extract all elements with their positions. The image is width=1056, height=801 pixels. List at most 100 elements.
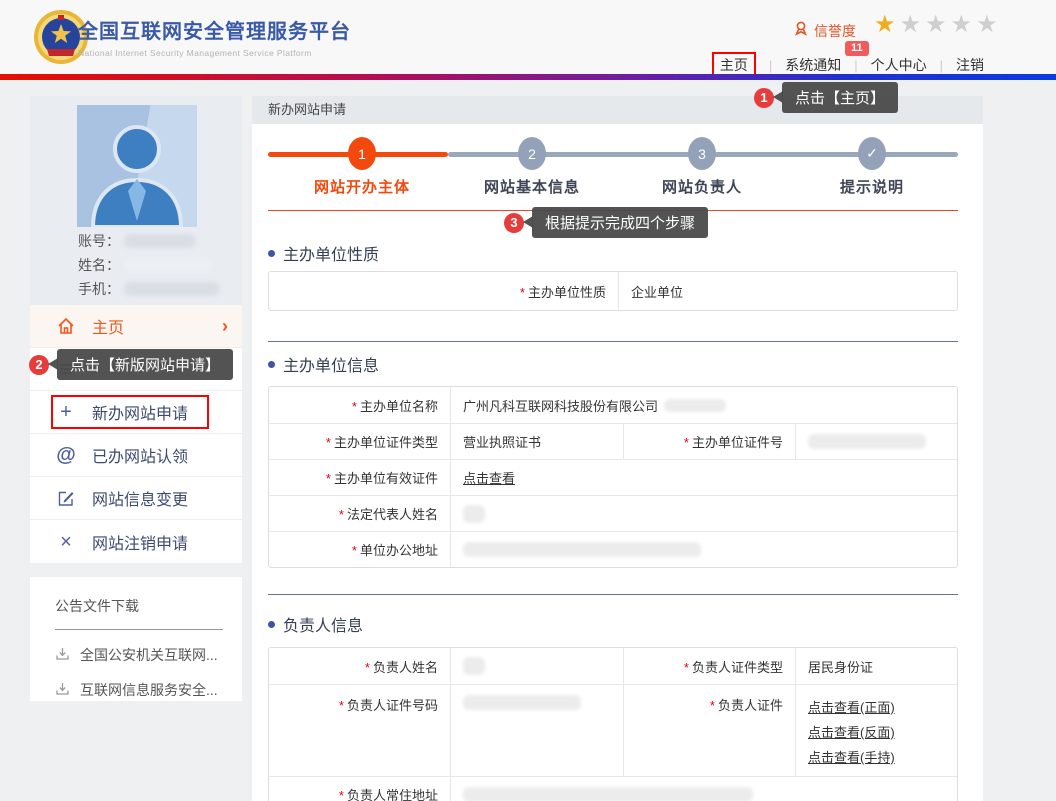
field-value-cell: 点击查看(正面) 点击查看(反面) 点击查看(手持) [796, 685, 957, 776]
phone-value-redacted [124, 282, 220, 296]
downloads-title: 公告文件下载 [55, 596, 223, 630]
section-divider [268, 594, 958, 595]
edit-icon [55, 489, 77, 507]
field-label-cell: 主办单位证件类型 [269, 424, 451, 459]
redacted-value [463, 657, 485, 675]
field-value-cell [451, 532, 957, 567]
sidebar-item-claim-site[interactable]: @ 已办网站认领 [30, 434, 242, 477]
section-title: 负责人信息 [283, 612, 363, 636]
header: 全国互联网安全管理服务平台 National Internet Security… [0, 0, 1056, 74]
bullet-icon [268, 250, 275, 257]
nav-system-notices[interactable]: 系统通知 [785, 55, 841, 75]
download-link-label: 全国公安机关互联网... [80, 645, 218, 665]
brand: 全国互联网安全管理服务平台 National Internet Security… [78, 15, 351, 58]
view-id-front-link[interactable]: 点击查看(正面) [808, 695, 895, 720]
table-row: 单位办公地址 [269, 531, 957, 567]
annotation-step2: 2 点击【新版网站申请】 [29, 349, 233, 380]
plus-icon: + [55, 402, 77, 422]
field-label-cell: 主办单位证件号 [624, 424, 796, 459]
nav-personal-center[interactable]: 个人中心 [871, 55, 927, 75]
annotation-number-badge: 3 [504, 213, 524, 233]
annotation-step1: 1 点击【主页】 [754, 82, 898, 113]
table-row: 负责人姓名 负责人证件类型 居民身份证 [269, 648, 957, 684]
field-value-cell: 居民身份证 [796, 648, 957, 684]
view-unit-cert-link[interactable]: 点击查看 [463, 468, 515, 487]
redacted-value [808, 434, 926, 449]
account-value-redacted [124, 234, 196, 248]
sidebar-item-label: 新办网站申请 [92, 400, 188, 424]
download-link-label: 互联网信息服务安全... [80, 680, 218, 700]
table-row: 主办单位名称 广州凡科互联网科技股份有限公司 [269, 387, 957, 423]
table-row: 负责人证件号码 负责人证件 点击查看(正面) 点击查看(反面) 点击查看(手持) [269, 684, 957, 776]
person-info-table: 负责人姓名 负责人证件类型 居民身份证 负责人证件号码 负责人证件 点击查看(正… [268, 647, 958, 801]
sidebar-item-label: 主页 [92, 314, 124, 338]
redacted-value [463, 787, 753, 801]
annotation-tooltip: 根据提示完成四个步骤 [532, 207, 708, 238]
redacted-value [664, 399, 726, 412]
step-4-label: 提示说明 [802, 176, 942, 197]
page-title: 新办网站申请 [268, 102, 346, 117]
site-subtitle: National Internet Security Management Se… [78, 48, 351, 58]
top-nav: 主页 系统通知 个人中心 注销 [712, 55, 984, 75]
field-label-cell: 法定代表人姓名 [269, 496, 451, 531]
downloads-panel: 公告文件下载 全国公安机关互联网... 互联网信息服务安全... [30, 577, 242, 701]
download-link-internet-info[interactable]: 互联网信息服务安全... [55, 680, 235, 700]
annotation-step3: 3 根据提示完成四个步骤 [504, 207, 708, 238]
bullet-icon [268, 621, 275, 628]
table-row: 主办单位有效证件 点击查看 [269, 459, 957, 495]
medal-icon [793, 20, 809, 41]
field-label-cell: 主办单位有效证件 [269, 460, 451, 495]
unit-nature-table: 主办单位性质 企业单位 [268, 271, 958, 311]
star-rating [874, 11, 1002, 39]
table-row: 法定代表人姓名 [269, 495, 957, 531]
sidebar-item-site-info-change[interactable]: 网站信息变更 [30, 477, 242, 520]
notification-count-badge: 11 [845, 41, 869, 56]
sidebar-menu: 主页 › + 新办网站申请 @ 已办网站认领 [30, 305, 242, 563]
field-label-cell: 负责人证件 [624, 685, 796, 776]
table-row: 负责人常住地址 [269, 776, 957, 801]
chevron-right-icon: › [222, 316, 228, 337]
section-title: 主办单位信息 [283, 352, 379, 376]
field-label-cell: 负责人证件类型 [624, 648, 796, 684]
at-icon: @ [55, 444, 77, 467]
sidebar-item-site-cancellation[interactable]: × 网站注销申请 [30, 520, 242, 563]
sidebar-item-home[interactable]: 主页 › [30, 305, 242, 348]
site-title: 全国互联网安全管理服务平台 [78, 15, 351, 44]
section-divider [268, 341, 958, 342]
view-id-holding-link[interactable]: 点击查看(手持) [808, 745, 895, 770]
name-label: 姓名： [78, 255, 120, 275]
step-3-circle: 3 [688, 137, 716, 170]
profile-name-row: 姓名： [78, 255, 212, 275]
field-value-cell [451, 496, 957, 531]
sidebar-item-label: 已办网站认领 [92, 443, 188, 467]
profile-account-row: 账号： [78, 231, 196, 251]
header-gradient-bar [0, 74, 1056, 80]
view-id-back-link[interactable]: 点击查看(反面) [808, 720, 895, 745]
redacted-value [463, 542, 701, 557]
step-4-check-icon: ✓ [858, 137, 886, 170]
nav-separator [769, 57, 772, 73]
section-heading-unit-nature: 主办单位性质 [268, 243, 379, 263]
field-label-cell: 单位办公地址 [269, 532, 451, 567]
step-3-label: 网站负责人 [632, 176, 772, 197]
star-icon [900, 11, 926, 38]
sidebar-item-new-site-application[interactable]: + 新办网站申请 [30, 391, 242, 434]
download-icon [55, 681, 70, 699]
main-panel: 新办网站申请 1 2 3 ✓ 网站开办主体 网站基本信息 网站负责人 提示说明 … [252, 96, 983, 801]
field-value-cell [451, 777, 957, 801]
nav-home[interactable]: 主页 [720, 57, 748, 73]
reputation: 信誉度 [793, 20, 856, 41]
field-label-cell: 负责人证件号码 [269, 685, 451, 776]
download-link-national[interactable]: 全国公安机关互联网... [55, 645, 235, 665]
phone-label: 手机： [78, 279, 120, 299]
bullet-icon [268, 361, 275, 368]
annotation-number-badge: 2 [29, 355, 49, 375]
nav-logout[interactable]: 注销 [956, 55, 984, 75]
field-value-cell: 广州凡科互联网科技股份有限公司 [451, 387, 957, 423]
home-icon [55, 316, 77, 336]
step-2-label: 网站基本信息 [462, 176, 602, 197]
field-label-cell: 负责人姓名 [269, 648, 451, 684]
field-value-cell: 营业执照证书 [451, 424, 624, 459]
field-value-cell: 企业单位 [619, 272, 957, 310]
section-heading-unit-info: 主办单位信息 [268, 354, 379, 374]
